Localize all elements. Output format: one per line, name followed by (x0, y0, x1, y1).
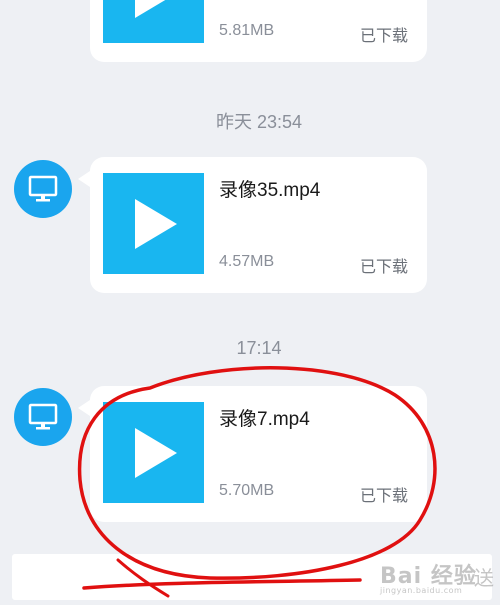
avatar[interactable] (14, 160, 72, 218)
avatar[interactable] (14, 388, 72, 446)
watermark-extra: 送 (474, 566, 494, 590)
monitor-icon (28, 175, 58, 202)
file-size: 4.57MB (219, 253, 275, 270)
play-icon (135, 199, 177, 249)
file-message-bubble[interactable]: 录像35.mp4 4.57MB 已下载 (78, 157, 427, 293)
download-status: 已下载 (359, 259, 408, 276)
bubble-tail (78, 171, 90, 187)
play-icon (135, 428, 177, 478)
monitor-icon (28, 403, 58, 430)
download-status: 已下载 (359, 488, 408, 505)
file-name: 录像35.mp4 (219, 180, 321, 201)
file-name: 录像7.mp4 (219, 409, 310, 430)
video-thumbnail[interactable] (103, 0, 204, 43)
video-thumbnail[interactable] (103, 402, 204, 503)
download-status: 已下载 (359, 28, 408, 45)
file-size: 5.81MB (219, 22, 275, 39)
file-size: 5.70MB (219, 482, 275, 499)
play-icon (135, 0, 166, 18)
message-timestamp: 昨天 23:54 (215, 112, 303, 132)
baidu-jingyan-watermark: Bai 经验 送 jingyan.baidu.com (380, 552, 498, 602)
file-message-bubble[interactable]: 5.81MB 已下载 (90, 0, 427, 62)
watermark-subtext: jingyan.baidu.com (380, 586, 463, 595)
message-timestamp: 17:14 (236, 338, 282, 358)
bubble-tail (78, 400, 90, 416)
video-thumbnail[interactable] (103, 173, 204, 274)
file-message-bubble[interactable]: 录像7.mp4 5.70MB 已下载 (78, 386, 427, 522)
